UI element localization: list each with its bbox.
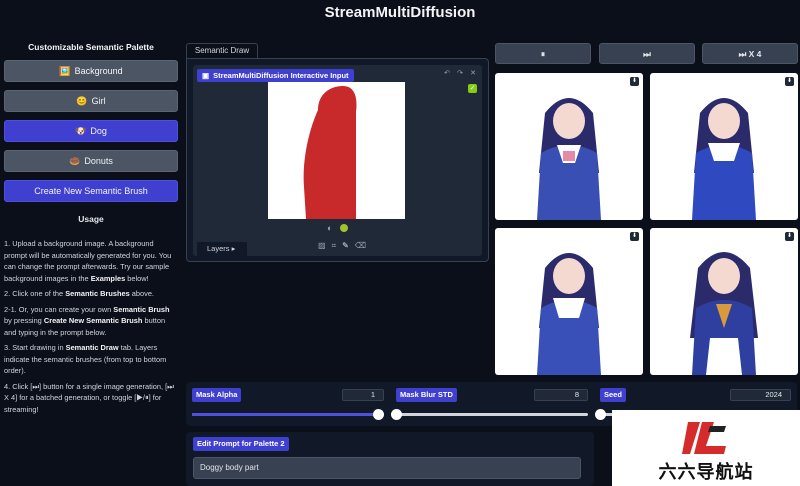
color-row: ◐: [327, 223, 349, 233]
download-icon[interactable]: ⬇: [630, 77, 639, 86]
picture-icon: 🖼️: [59, 65, 71, 76]
generated-image-3[interactable]: ⬇: [495, 228, 643, 375]
download-icon[interactable]: ⬇: [785, 77, 794, 86]
usage-step-2-1: 2-1. Or, you can create your own Semanti…: [4, 304, 170, 337]
tab-semantic-draw[interactable]: Semantic Draw: [186, 43, 258, 58]
undo-icon[interactable]: ↶: [442, 69, 452, 79]
girl-illustration: [537, 98, 601, 220]
girl-illustration: [690, 252, 758, 375]
donut-icon: 🍩: [69, 155, 81, 166]
mask-blur-label: Mask Blur STD: [396, 388, 457, 402]
girl-illustration: [692, 98, 756, 220]
brush-stroke: [303, 86, 357, 219]
mask-alpha-knob[interactable]: [373, 409, 384, 420]
brush-label: Dog: [90, 126, 107, 136]
brush-button-background[interactable]: 🖼️ Background: [4, 60, 178, 82]
seed-knob[interactable]: [595, 409, 606, 420]
redo-icon[interactable]: ↷: [455, 69, 465, 79]
mask-alpha-input[interactable]: 1: [342, 389, 384, 401]
brush-button-dog[interactable]: 🐶 Dog: [4, 120, 178, 142]
palette-title: Customizable Semantic Palette: [28, 42, 154, 52]
usage-title: Usage: [78, 214, 104, 224]
drawing-canvas[interactable]: [268, 82, 405, 219]
color-swatch[interactable]: [340, 224, 349, 232]
prompt-label: Edit Prompt for Palette 2: [193, 437, 289, 451]
usage-step-4: 4. Click [⏭] button for a single image g…: [4, 381, 174, 414]
watermark-logo: [682, 422, 726, 454]
mask-blur-input[interactable]: 8: [534, 389, 588, 401]
watermark: 六六导航站: [612, 410, 800, 486]
create-brush-button[interactable]: Create New Semantic Brush: [4, 180, 178, 202]
download-icon[interactable]: ⬇: [630, 232, 639, 241]
download-icon[interactable]: ⬇: [785, 232, 794, 241]
mask-blur-knob[interactable]: [391, 409, 402, 420]
generated-image-2[interactable]: ⬇: [650, 73, 798, 220]
crop-icon[interactable]: ⌗: [332, 241, 337, 251]
brush-button-donuts[interactable]: 🍩 Donuts: [4, 150, 178, 172]
semantic-draw-panel: ▣ StreamMultiDiffusion Interactive Input…: [186, 58, 489, 262]
watermark-text: 六六导航站: [658, 462, 754, 482]
eraser-icon[interactable]: ⌫: [355, 241, 366, 251]
dog-icon: 🐶: [75, 125, 87, 136]
mask-blur-slider[interactable]: [391, 409, 588, 420]
brush-icon[interactable]: ✎: [342, 241, 349, 251]
draw-tools: ▨ ⌗ ✎ ⌫: [318, 241, 366, 251]
image-upload-icon[interactable]: ▨: [318, 241, 326, 251]
brush-label: Donuts: [84, 156, 113, 166]
batch-generate-button[interactable]: ⏭ X 4: [702, 43, 798, 64]
generated-image-4[interactable]: ⬇: [650, 228, 798, 375]
mask-alpha-label: Mask Alpha: [192, 388, 242, 402]
prompt-textbox[interactable]: Doggy body part: [193, 457, 581, 479]
usage-step-1: 1. Upload a background image. A backgrou…: [4, 239, 172, 283]
generated-image-1[interactable]: ⬇: [495, 73, 643, 220]
prompt-panel: Edit Prompt for Palette 2 Doggy body par…: [186, 432, 594, 486]
single-generate-button[interactable]: ⏭: [599, 43, 695, 64]
mask-alpha-fill: [192, 413, 378, 416]
image-icon: ▣: [202, 71, 210, 80]
canvas-label: ▣ StreamMultiDiffusion Interactive Input: [197, 69, 354, 82]
girl-illustration: [537, 253, 601, 375]
seed-label: Seed: [600, 388, 626, 402]
usage-instructions: 1. Upload a background image. A backgrou…: [4, 238, 178, 415]
usage-step-2: 2. Click one of the Semantic Brushes abo…: [4, 289, 154, 298]
close-icon[interactable]: ✕: [468, 69, 478, 79]
brush-button-girl[interactable]: 😊 Girl: [4, 90, 178, 112]
brush-label: Background: [74, 66, 123, 76]
palette-icon[interactable]: ◐: [327, 223, 332, 233]
layers-button[interactable]: Layers ▸: [197, 242, 247, 256]
canvas-label-text: StreamMultiDiffusion Interactive Input: [213, 71, 349, 80]
mask-alpha-slider[interactable]: [192, 409, 384, 420]
left-panel: Customizable Semantic Palette 🖼️ Backgro…: [4, 42, 178, 419]
confirm-icon[interactable]: ✓: [468, 84, 477, 93]
seed-input[interactable]: 2024: [730, 389, 791, 401]
usage-step-3: 3. Start drawing in Semantic Draw tab. L…: [4, 343, 167, 375]
canvas-toolbar: ↶ ↷ ✕: [442, 69, 478, 79]
smile-icon: 😊: [76, 95, 88, 106]
app-title: StreamMultiDiffusion: [324, 4, 476, 21]
canvas-frame: ▣ StreamMultiDiffusion Interactive Input…: [193, 65, 482, 256]
stream-toggle-button[interactable]: ⏸: [495, 43, 591, 64]
brush-label: Girl: [91, 96, 106, 106]
